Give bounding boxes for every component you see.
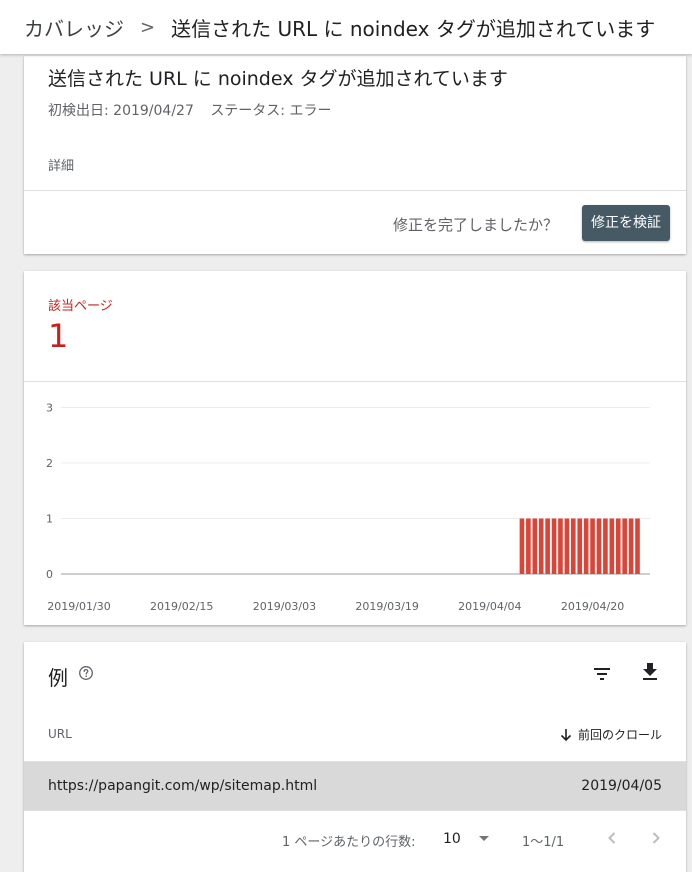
chart-bar bbox=[558, 518, 563, 574]
y-tick-label: 0 bbox=[46, 568, 53, 581]
chart-bar bbox=[615, 518, 621, 574]
x-tick-label: 2019/01/30 bbox=[47, 600, 110, 613]
chart-bar bbox=[526, 518, 531, 574]
arrow-down-icon bbox=[560, 728, 572, 741]
x-tick-label: 2019/02/15 bbox=[150, 600, 213, 613]
examples-title: 例 bbox=[48, 666, 68, 690]
affected-pages-count: 1 bbox=[48, 317, 69, 355]
divider bbox=[24, 810, 686, 811]
previous-page-icon[interactable] bbox=[600, 826, 624, 850]
issue-card: 送信された URL に noindex タグが追加されています 初検出日: 20… bbox=[24, 56, 686, 254]
x-tick-label: 2019/03/03 bbox=[253, 600, 316, 613]
y-tick-label: 1 bbox=[46, 513, 53, 526]
chart-bar bbox=[564, 518, 570, 574]
chart-bar bbox=[635, 518, 640, 574]
filter-icon[interactable] bbox=[590, 662, 614, 686]
next-page-icon[interactable] bbox=[644, 826, 668, 850]
affected-pages-label: 該当ページ bbox=[48, 299, 113, 314]
x-tick-label: 2019/04/04 bbox=[458, 600, 521, 613]
fix-question: 修正を完了しましたか？ bbox=[392, 216, 558, 234]
status-label: ステータス: エラー bbox=[210, 103, 332, 119]
x-tick-label: 2019/03/19 bbox=[355, 600, 418, 613]
row-url: https://papangit.com/wp/sitemap.html bbox=[48, 778, 318, 794]
chart-bar bbox=[583, 518, 589, 574]
breadcrumb-root-link[interactable]: カバレッジ bbox=[24, 13, 124, 42]
chart-bar bbox=[628, 518, 634, 574]
affected-pages-chart: 0 1 2 3 2019/01/30 2019/02/15 2019/03/03 2019/0… bbox=[46, 402, 650, 613]
dropdown-arrow-icon bbox=[478, 836, 489, 841]
breadcrumb: カバレッジ > 送信された URL に noindex タグが追加されています bbox=[0, 0, 692, 54]
rows-per-page-value: 10 bbox=[443, 831, 461, 847]
table-row[interactable]: https://papangit.com/wp/sitemap.html 201… bbox=[24, 762, 686, 810]
column-header-last-crawl-label: 前回のクロール bbox=[577, 728, 662, 742]
chart-bar bbox=[577, 518, 583, 574]
y-tick-label: 3 bbox=[46, 402, 53, 415]
chart-bar bbox=[570, 518, 576, 574]
row-last-crawl-date: 2019/04/05 bbox=[581, 778, 662, 794]
issue-meta: 初検出日: 2019/04/27 ステータス: エラー bbox=[48, 100, 331, 120]
x-tick-label: 2019/04/20 bbox=[561, 600, 624, 613]
pagination-range: 1〜1/1 bbox=[522, 835, 565, 850]
rows-per-page-label: 1 ページあたりの行数: bbox=[282, 835, 416, 850]
affected-pages-card: 該当ページ 1 0 1 2 3 2019/01/30 2019/02/15 2019/03/… bbox=[24, 271, 686, 625]
chart-bar bbox=[532, 518, 538, 574]
rows-per-page-select[interactable]: 10 bbox=[443, 827, 489, 851]
column-header-url[interactable]: URL bbox=[48, 727, 72, 741]
first-detected-date: 初検出日: 2019/04/27 bbox=[48, 103, 194, 119]
chart-bar bbox=[609, 518, 615, 574]
breadcrumb-current: 送信された URL に noindex タグが追加されています bbox=[171, 16, 656, 41]
y-tick-label: 2 bbox=[46, 457, 53, 470]
details-label: 詳細 bbox=[48, 159, 75, 174]
chart-bar bbox=[590, 518, 595, 574]
examples-card: 例 URL 前回のクロール https://papangit.com/wp/si… bbox=[24, 642, 686, 872]
chart-bar bbox=[519, 518, 525, 574]
help-circle-icon[interactable] bbox=[78, 665, 94, 681]
download-icon[interactable] bbox=[638, 660, 662, 684]
chart-bar bbox=[596, 518, 602, 574]
chart-bar bbox=[622, 518, 627, 574]
validate-fix-button[interactable]: 修正を検証 bbox=[582, 205, 670, 241]
divider bbox=[24, 190, 686, 191]
chart-bar bbox=[538, 518, 544, 574]
chart-bar bbox=[551, 518, 557, 574]
chart-bar bbox=[603, 518, 608, 574]
breadcrumb-separator-icon: > bbox=[140, 16, 156, 38]
issue-title: 送信された URL に noindex タグが追加されています bbox=[48, 68, 508, 90]
column-header-last-crawl[interactable]: 前回のクロール bbox=[560, 726, 662, 743]
chart-bar bbox=[545, 518, 550, 574]
